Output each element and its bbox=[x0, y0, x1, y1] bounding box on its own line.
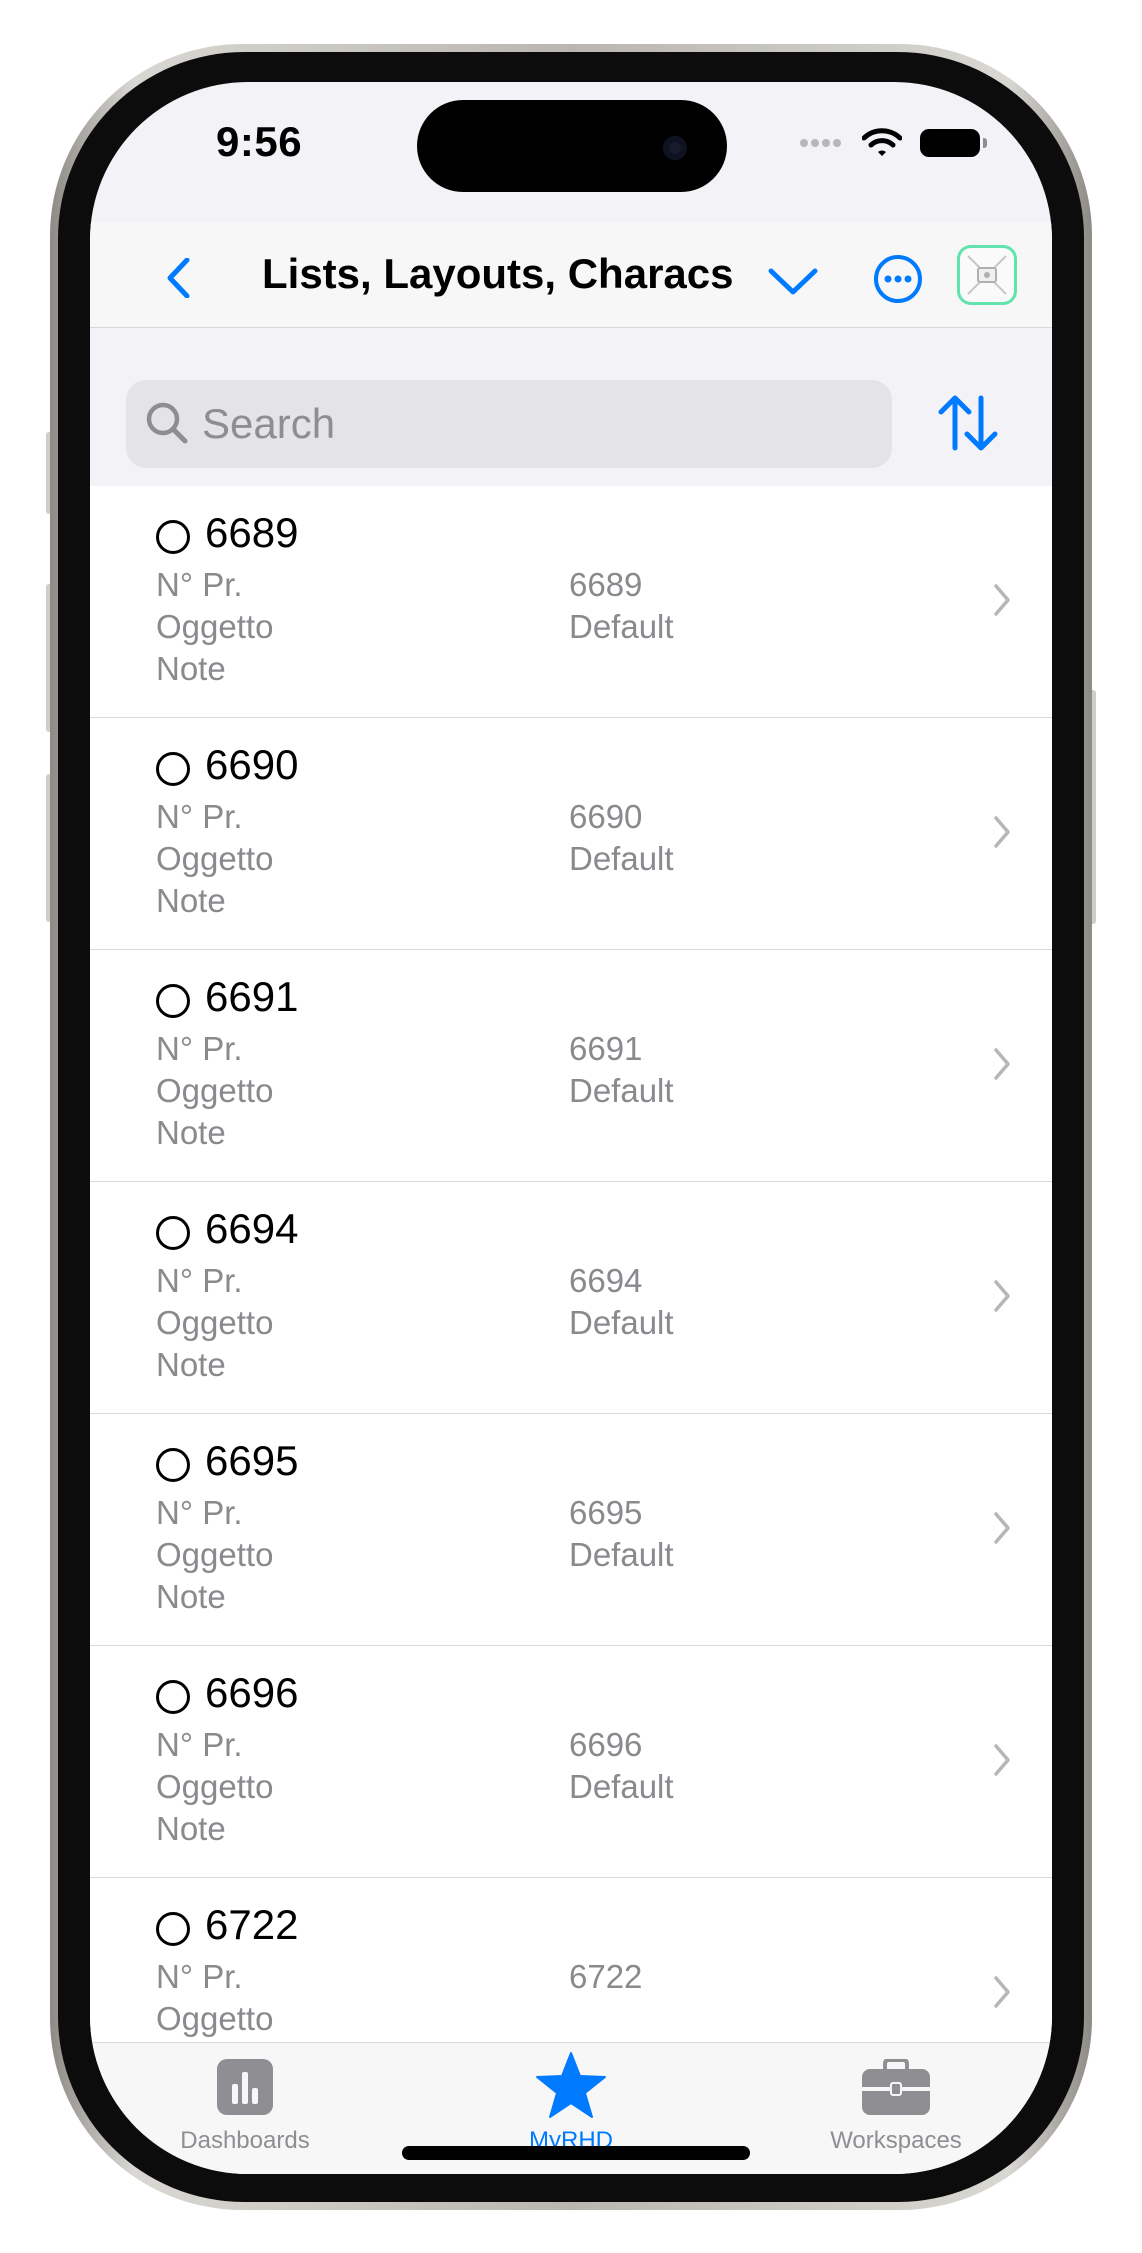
chevron-right-icon bbox=[994, 1744, 1010, 1776]
search-input[interactable] bbox=[202, 392, 862, 456]
label-number: N° Pr. bbox=[156, 1958, 243, 1995]
selection-radio[interactable] bbox=[156, 1216, 190, 1250]
row-title: 6722 bbox=[205, 1901, 299, 1948]
selection-radio[interactable] bbox=[156, 752, 190, 786]
chevron-right-icon bbox=[994, 584, 1010, 616]
label-object: Oggetto bbox=[156, 1768, 274, 1805]
search-box[interactable] bbox=[126, 380, 892, 468]
value-object: Default bbox=[569, 1072, 674, 1109]
tab-dashboards[interactable]: Dashboards bbox=[125, 2043, 365, 2174]
list-item[interactable]: 6722 N° Pr. Oggetto Note 6722 bbox=[90, 1878, 1052, 2042]
label-notes: Note bbox=[156, 1578, 226, 1615]
page-title: Lists, Layouts, Characs bbox=[262, 250, 734, 297]
list-item[interactable]: 6691 N° Pr. Oggetto Note 6691 Default bbox=[90, 950, 1052, 1182]
back-chevron-icon[interactable] bbox=[160, 258, 200, 298]
value-number: 6691 bbox=[569, 1030, 643, 1067]
sort-icon[interactable] bbox=[935, 390, 1001, 456]
selection-radio[interactable] bbox=[156, 520, 190, 554]
value-object: Default bbox=[569, 608, 674, 645]
row-title: 6696 bbox=[205, 1669, 299, 1716]
label-object: Oggetto bbox=[156, 1536, 274, 1573]
value-number: 6694 bbox=[569, 1262, 643, 1299]
label-number: N° Pr. bbox=[156, 1262, 243, 1299]
row-title: 6695 bbox=[205, 1437, 299, 1484]
selection-radio[interactable] bbox=[156, 1448, 190, 1482]
label-notes: Note bbox=[156, 1346, 226, 1383]
label-number: N° Pr. bbox=[156, 1726, 243, 1763]
label-notes: Note bbox=[156, 882, 226, 919]
chevron-right-icon bbox=[994, 1512, 1010, 1544]
tab-label: Workspaces bbox=[830, 2127, 962, 2154]
list-item[interactable]: 6694 N° Pr. Oggetto Note 6694 Default bbox=[90, 1182, 1052, 1414]
avatar[interactable] bbox=[957, 245, 1017, 305]
chevron-right-icon bbox=[994, 816, 1010, 848]
list-item[interactable]: 6689 N° Pr. Oggetto Note 6689 Default bbox=[90, 486, 1052, 718]
battery-icon bbox=[920, 129, 987, 157]
selection-radio[interactable] bbox=[156, 1912, 190, 1946]
search-icon bbox=[146, 402, 188, 444]
row-title: 6694 bbox=[205, 1205, 299, 1252]
label-object: Oggetto bbox=[156, 2000, 274, 2037]
label-notes: Note bbox=[156, 1114, 226, 1151]
label-object: Oggetto bbox=[156, 608, 274, 645]
dynamic-island bbox=[417, 100, 727, 192]
value-number: 6689 bbox=[569, 566, 643, 603]
label-number: N° Pr. bbox=[156, 1494, 243, 1531]
list-item[interactable]: 6695 N° Pr. Oggetto Note 6695 Default bbox=[90, 1414, 1052, 1646]
list-item[interactable]: 6690 N° Pr. Oggetto Note 6690 Default bbox=[90, 718, 1052, 950]
value-object: Default bbox=[569, 840, 674, 877]
more-options-icon[interactable] bbox=[873, 254, 923, 304]
label-notes: Note bbox=[156, 1810, 226, 1847]
status-icons bbox=[800, 128, 987, 158]
label-object: Oggetto bbox=[156, 1072, 274, 1109]
value-number: 6696 bbox=[569, 1726, 643, 1763]
tab-label: Dashboards bbox=[180, 2127, 310, 2154]
star-icon bbox=[536, 2052, 606, 2118]
navigation-bar: Lists, Layouts, Characs bbox=[90, 222, 1052, 328]
value-object: Default bbox=[569, 1768, 674, 1805]
chevron-down-icon[interactable] bbox=[767, 264, 819, 298]
search-area bbox=[90, 328, 1052, 486]
value-number: 6695 bbox=[569, 1494, 643, 1531]
label-object: Oggetto bbox=[156, 840, 274, 877]
chevron-right-icon bbox=[994, 1976, 1010, 2008]
status-time: 9:56 bbox=[216, 118, 303, 165]
image-placeholder-icon bbox=[967, 255, 1007, 295]
value-number: 6722 bbox=[569, 1958, 643, 1995]
front-camera bbox=[663, 136, 687, 160]
value-object: Default bbox=[569, 1536, 674, 1573]
label-number: N° Pr. bbox=[156, 798, 243, 835]
value-number: 6690 bbox=[569, 798, 643, 835]
cellular-signal-icon bbox=[800, 134, 844, 152]
row-title: 6690 bbox=[205, 741, 299, 788]
tab-workspaces[interactable]: Workspaces bbox=[776, 2043, 1016, 2174]
row-title: 6691 bbox=[205, 973, 299, 1020]
home-indicator[interactable] bbox=[402, 2146, 750, 2160]
wifi-icon bbox=[862, 128, 902, 156]
value-object: Default bbox=[569, 1304, 674, 1341]
label-notes: Note bbox=[156, 650, 226, 687]
chevron-right-icon bbox=[994, 1280, 1010, 1312]
row-title: 6689 bbox=[205, 509, 299, 556]
selection-radio[interactable] bbox=[156, 984, 190, 1018]
chart-bar-icon bbox=[217, 2059, 273, 2115]
chevron-right-icon bbox=[994, 1048, 1010, 1080]
selection-radio[interactable] bbox=[156, 1680, 190, 1714]
label-object: Oggetto bbox=[156, 1304, 274, 1341]
label-number: N° Pr. bbox=[156, 566, 243, 603]
list-item[interactable]: 6696 N° Pr. Oggetto Note 6696 Default bbox=[90, 1646, 1052, 1878]
briefcase-icon bbox=[862, 2059, 930, 2115]
label-number: N° Pr. bbox=[156, 1030, 243, 1067]
records-list: 6689 N° Pr. Oggetto Note 6689 Default 66… bbox=[90, 486, 1052, 2042]
phone-screen: 9:56 Lists, Layouts, Characs Search 6689… bbox=[90, 82, 1052, 2174]
